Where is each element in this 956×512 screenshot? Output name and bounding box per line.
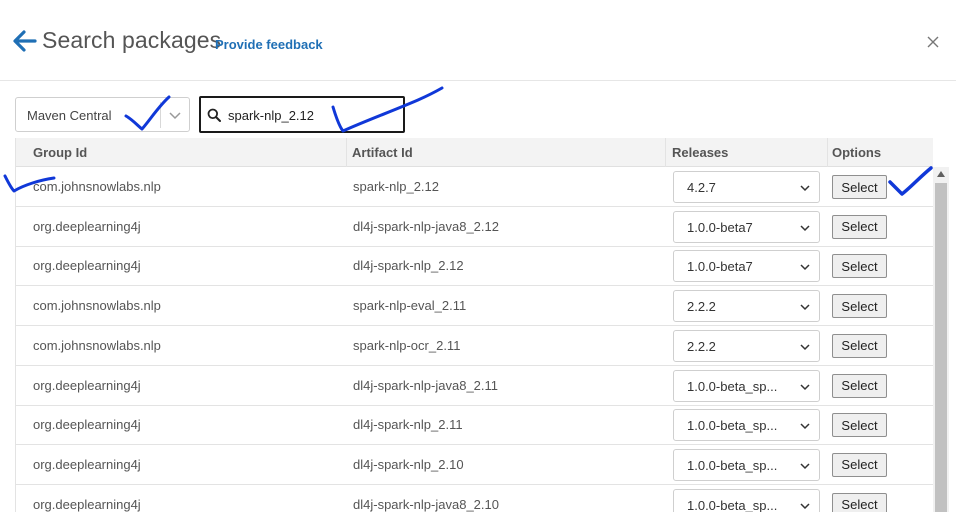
artifact-id-cell: spark-nlp-eval_2.11 — [353, 298, 467, 314]
column-header-releases[interactable]: Releases — [666, 138, 828, 167]
chevron-down-icon — [800, 423, 810, 430]
provide-feedback-link[interactable]: Provide feedback — [215, 37, 323, 52]
arrow-left-icon[interactable] — [13, 29, 37, 53]
release-dropdown[interactable]: 1.0.0-beta_sp... — [673, 409, 820, 442]
search-field[interactable] — [199, 96, 405, 133]
release-dropdown[interactable]: 1.0.0-beta_sp... — [673, 488, 820, 512]
artifact-id-cell: spark-nlp_2.12 — [353, 179, 439, 194]
dropdown-separator — [160, 102, 161, 128]
table-row: org.deeplearning4j dl4j-spark-nlp_2.12 1.0… — [16, 246, 933, 287]
release-dropdown[interactable]: 2.2.2 — [673, 290, 820, 323]
group-id-cell: com.johnsnowlabs.nlp — [33, 337, 161, 353]
select-button[interactable]: Select — [832, 254, 887, 279]
release-dropdown[interactable]: 1.0.0-beta_sp... — [673, 369, 820, 402]
scrollbar-thumb[interactable] — [935, 183, 947, 512]
artifact-id-cell: dl4j-spark-nlp_2.10 — [353, 456, 464, 472]
select-button[interactable]: Select — [832, 333, 887, 358]
table-row: com.johnsnowlabs.nlp spark-nlp-eval_2.11 2… — [16, 286, 933, 327]
select-button[interactable]: Select — [832, 373, 887, 398]
chevron-down-icon — [800, 463, 810, 469]
packages-table: Group Id Artifact Id Releases Options co… — [15, 138, 933, 512]
chevron-down-icon — [800, 383, 810, 390]
release-dropdown[interactable]: 4.2.7 — [673, 171, 820, 203]
dialog-header: Search packages Provide feedback — [0, 0, 956, 81]
table-row: com.johnsnowlabs.nlp spark-nlp_2.12 4.2.7 S… — [16, 167, 933, 207]
release-selected-value: 1.0.0-beta7 — [687, 259, 753, 275]
chevron-down-icon — [800, 503, 810, 509]
select-button[interactable]: Select — [832, 214, 887, 239]
repository-selected-value: Maven Central — [27, 108, 112, 123]
release-dropdown[interactable]: 1.0.0-beta7 — [673, 250, 820, 283]
release-dropdown[interactable]: 2.2.2 — [673, 329, 820, 362]
release-selected-value: 1.0.0-beta_sp... — [687, 378, 778, 394]
scroll-up-arrow-icon[interactable] — [937, 171, 945, 177]
close-icon[interactable] — [926, 35, 940, 49]
artifact-id-cell: dl4j-spark-nlp-java8_2.11 — [353, 377, 499, 393]
select-button[interactable]: Select — [832, 492, 887, 512]
page-title: Search packages — [42, 27, 222, 53]
chevron-down-icon — [800, 264, 810, 271]
table-row: com.johnsnowlabs.nlp spark-nlp-ocr_2.11 2.… — [16, 326, 933, 366]
column-header-options[interactable]: Options — [828, 138, 933, 167]
table-row: org.deeplearning4j dl4j-spark-nlp-java8_2… — [16, 485, 933, 512]
release-selected-value: 1.0.0-beta_sp... — [687, 418, 778, 434]
chevron-down-icon — [169, 112, 181, 120]
repository-dropdown[interactable]: Maven Central — [15, 97, 190, 132]
column-header-group-id[interactable]: Group Id — [16, 138, 347, 167]
group-id-cell: org.deeplearning4j — [33, 417, 141, 433]
chevron-down-icon — [800, 225, 810, 231]
table-header: Group Id Artifact Id Releases Options — [16, 138, 933, 167]
search-icon — [207, 108, 221, 122]
artifact-id-cell: dl4j-spark-nlp-java8_2.12 — [353, 218, 499, 234]
group-id-cell: com.johnsnowlabs.nlp — [33, 179, 161, 194]
release-selected-value: 2.2.2 — [687, 338, 716, 354]
select-button[interactable]: Select — [832, 294, 887, 319]
artifact-id-cell: dl4j-spark-nlp_2.12 — [353, 258, 464, 274]
select-button[interactable]: Select — [832, 175, 887, 199]
table-row: org.deeplearning4j dl4j-spark-nlp-java8_2… — [16, 207, 933, 247]
artifact-id-cell: spark-nlp-ocr_2.11 — [353, 337, 461, 353]
group-id-cell: org.deeplearning4j — [33, 456, 141, 472]
release-dropdown[interactable]: 1.0.0-beta7 — [673, 210, 820, 243]
chevron-down-icon — [800, 185, 810, 192]
artifact-id-cell: dl4j-spark-nlp-java8_2.10 — [353, 496, 499, 512]
select-button[interactable]: Select — [832, 452, 887, 477]
release-selected-value: 1.0.0-beta_sp... — [687, 497, 778, 512]
artifact-id-cell: dl4j-spark-nlp_2.11 — [353, 417, 463, 433]
table-row: org.deeplearning4j dl4j-spark-nlp_2.11 1.0… — [16, 405, 933, 446]
group-id-cell: com.johnsnowlabs.nlp — [33, 298, 161, 314]
table-row: org.deeplearning4j dl4j-spark-nlp-java8_2… — [16, 366, 933, 406]
release-selected-value: 1.0.0-beta7 — [687, 219, 753, 235]
group-id-cell: org.deeplearning4j — [33, 496, 141, 512]
release-selected-value: 1.0.0-beta_sp... — [687, 457, 778, 473]
table-row: org.deeplearning4j dl4j-spark-nlp_2.10 1.0… — [16, 445, 933, 485]
group-id-cell: org.deeplearning4j — [33, 258, 141, 274]
chevron-down-icon — [800, 304, 810, 311]
release-selected-value: 4.2.7 — [687, 180, 716, 195]
column-header-artifact-id[interactable]: Artifact Id — [347, 138, 666, 167]
search-input[interactable] — [228, 106, 398, 124]
chevron-down-icon — [800, 344, 810, 350]
release-dropdown[interactable]: 1.0.0-beta_sp... — [673, 448, 820, 481]
table-scrollbar[interactable] — [933, 167, 949, 512]
group-id-cell: org.deeplearning4j — [33, 218, 141, 234]
select-button[interactable]: Select — [832, 413, 887, 438]
group-id-cell: org.deeplearning4j — [33, 377, 141, 393]
release-selected-value: 2.2.2 — [687, 299, 716, 315]
